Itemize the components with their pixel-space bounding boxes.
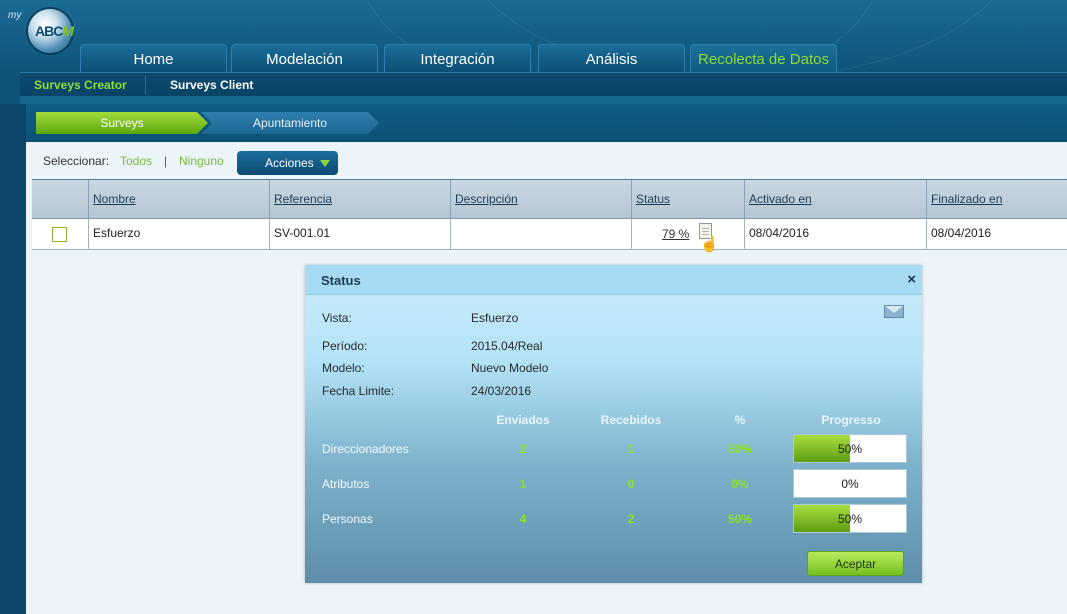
select-none-link[interactable]: Ninguno	[179, 154, 224, 168]
checkbox-column-header	[32, 180, 88, 220]
percent-value: 50%	[727, 442, 753, 456]
dialog-header: Status ×	[305, 265, 922, 295]
hand-cursor-icon: ☝	[700, 236, 719, 253]
cell-descripcion	[450, 219, 631, 250]
row-select-cell	[32, 219, 88, 250]
status-dialog: Status × Vista: Esfuerzo Período: 2015.0…	[305, 265, 922, 583]
column-header-status[interactable]: Status	[631, 180, 744, 220]
step-bar: Surveys Apuntamiento	[26, 104, 1067, 142]
table-header: Nombre Referencia Descripción Status Act…	[32, 179, 1067, 220]
row-label-personas: Personas	[322, 512, 373, 526]
selection-toolbar: Seleccionar: Todos | Ninguno Acciones	[26, 142, 1067, 180]
actions-label: Acciones	[265, 156, 314, 170]
select-label: Seleccionar:	[43, 154, 110, 168]
progress-bar: 50%	[793, 434, 907, 463]
subnav-surveys-creator[interactable]: Surveys Creator	[21, 73, 140, 97]
tab-analisis[interactable]: Análisis	[538, 44, 685, 72]
recebidos-value: 0	[627, 477, 635, 491]
tab-integracion[interactable]: Integración	[384, 44, 531, 72]
left-margin	[0, 104, 26, 614]
app-window: my ABCM Home Modelación Integración Anál…	[0, 0, 1067, 614]
modelo-label: Modelo:	[322, 361, 365, 375]
column-header-recebidos: Recebidos	[600, 413, 662, 427]
cell-status: 79 % ☝	[631, 219, 744, 253]
actions-dropdown-button[interactable]: Acciones	[237, 151, 338, 175]
tab-modelacion[interactable]: Modelación	[231, 44, 378, 72]
column-header-activado-en[interactable]: Activado en	[744, 180, 926, 220]
subnav-divider	[145, 76, 146, 94]
enviados-value: 4	[519, 512, 527, 526]
progress-bar: 0%	[793, 469, 907, 498]
fecha-limite-value: 24/03/2016	[471, 384, 532, 398]
step-apuntamiento[interactable]: Apuntamiento	[201, 112, 379, 134]
column-header-enviados: Enviados	[496, 413, 550, 427]
tab-home[interactable]: Home	[80, 44, 227, 72]
progress-bar: 50%	[793, 504, 907, 533]
mail-icon[interactable]	[884, 305, 904, 318]
close-icon[interactable]: ×	[907, 271, 916, 289]
cell-activado-en: 08/04/2016	[744, 219, 926, 250]
select-separator: |	[164, 154, 168, 168]
vista-label: Vista:	[322, 311, 352, 325]
accept-button[interactable]: Aceptar	[807, 551, 904, 576]
subnav-surveys-client[interactable]: Surveys Client	[157, 73, 266, 97]
cell-referencia: SV-001.01	[269, 219, 450, 250]
percent-value: 0%	[731, 477, 749, 491]
column-header-percent: %	[734, 413, 746, 427]
dialog-title: Status	[321, 273, 361, 288]
column-header-descripcion[interactable]: Descripción	[450, 180, 631, 220]
step-surveys[interactable]: Surveys	[36, 112, 208, 134]
column-header-nombre[interactable]: Nombre	[88, 180, 269, 220]
chevron-down-icon	[320, 160, 330, 167]
recebidos-value: 2	[627, 512, 635, 526]
enviados-value: 1	[519, 477, 527, 491]
tab-recolecta-de-datos[interactable]: Recolecta de Datos	[690, 44, 837, 72]
percent-value: 50%	[727, 512, 753, 526]
progress-text: 0%	[841, 477, 859, 491]
vista-value: Esfuerzo	[471, 311, 519, 325]
row-label-atributos: Atributos	[322, 477, 370, 491]
recebidos-value: 1	[627, 442, 635, 456]
cell-finalizado-en: 08/04/2016	[926, 219, 1067, 250]
app-logo[interactable]: my ABCM	[8, 4, 74, 53]
logo-prefix: my	[8, 10, 22, 21]
table-row[interactable]: Esfuerzo SV-001.01 79 % ☝ 08/04/2016 08/…	[32, 219, 1067, 253]
header-divider-strip	[20, 96, 1067, 104]
enviados-value: 2	[519, 442, 527, 456]
sub-navigation: Surveys Creator Surveys Client	[20, 72, 1067, 96]
column-header-finalizado-en[interactable]: Finalizado en	[926, 180, 1067, 220]
column-header-progresso: Progresso	[821, 413, 881, 427]
logo-text: ABCM	[35, 23, 74, 39]
select-all-link[interactable]: Todos	[120, 154, 152, 168]
status-link[interactable]: 79 %	[662, 227, 689, 241]
fecha-limite-label: Fecha Limite:	[322, 384, 395, 398]
cell-nombre: Esfuerzo	[88, 219, 269, 250]
row-checkbox[interactable]	[52, 227, 67, 242]
modelo-value: Nuevo Modelo	[471, 361, 549, 375]
column-header-referencia[interactable]: Referencia	[269, 180, 450, 220]
progress-text: 50%	[837, 442, 863, 456]
progress-text: 50%	[837, 512, 863, 526]
row-label-direccionadores: Direccionadores	[322, 442, 409, 456]
periodo-label: Período:	[322, 339, 368, 353]
periodo-value: 2015.04/Real	[471, 339, 543, 353]
